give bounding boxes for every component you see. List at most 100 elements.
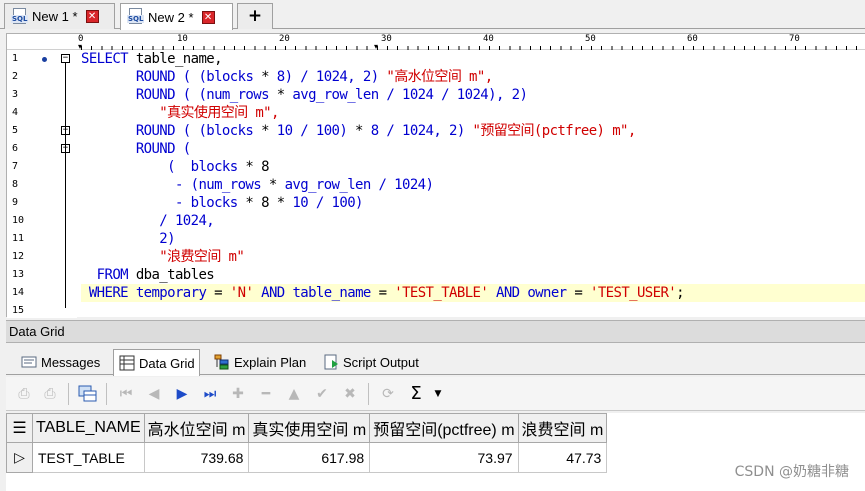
code-token: * 8: [237, 159, 269, 175]
post-edit-icon[interactable]: ✔: [312, 384, 332, 404]
tab-script-output[interactable]: Script Output: [318, 349, 423, 375]
code-token: *: [268, 87, 293, 103]
insert-record-icon[interactable]: ✚: [228, 384, 248, 404]
line-number: 7: [12, 161, 19, 172]
last-record-icon[interactable]: ⏭: [200, 384, 220, 404]
cell-table-name[interactable]: TEST_TABLE: [32, 442, 145, 473]
column-header[interactable]: 浪费空间 m: [517, 413, 608, 443]
code-line[interactable]: / 1024,: [81, 212, 214, 230]
code-token: =: [566, 285, 590, 301]
code-line[interactable]: ROUND (: [81, 140, 191, 158]
sql-file-icon: SQL: [127, 8, 145, 26]
grid-menu-icon[interactable]: ☰: [6, 413, 33, 443]
column-header[interactable]: 高水位空间 m: [143, 413, 250, 443]
result-tab-bar: Messages Data Grid Explain Plan Script O…: [6, 345, 865, 376]
first-record-icon[interactable]: ⏮: [116, 384, 136, 404]
code-token: table_name,: [135, 51, 223, 67]
code-line[interactable]: SELECT table_name,: [81, 50, 223, 68]
line-gutter: 123456789101112131415−−−: [7, 50, 77, 318]
code-token: *: [261, 177, 285, 193]
tab-data-grid[interactable]: Data Grid: [113, 349, 200, 376]
refresh-icon[interactable]: ⟳: [378, 384, 398, 404]
code-token: AND: [253, 285, 293, 301]
code-token: * 8 *: [237, 195, 293, 211]
code-token: ( blocks: [167, 159, 238, 175]
code-token: owner: [527, 285, 567, 301]
close-tab-icon[interactable]: ✕: [85, 10, 99, 23]
line-number: 8: [12, 179, 19, 190]
code-token: 8 / 1024, 2): [370, 123, 473, 139]
doc-tab-new2[interactable]: SQL New 2 * ✕: [120, 3, 233, 30]
grid-options-icon[interactable]: [78, 384, 98, 404]
tab-label: Script Output: [343, 354, 419, 370]
code-token: 10 / 100): [292, 195, 363, 211]
code-token: "真实使用空间 m",: [159, 105, 279, 121]
code-line[interactable]: WHERE temporary = 'N' AND table_name = '…: [81, 284, 865, 302]
code-line[interactable]: - (num_rows * avg_row_len / 1024): [81, 176, 434, 194]
line-number: 15: [12, 305, 25, 316]
delete-record-icon[interactable]: ━: [256, 384, 276, 404]
doc-tab-new1[interactable]: SQL New 1 * ✕: [4, 3, 115, 29]
code-line[interactable]: ROUND ( (num_rows * avg_row_len / 1024 /…: [81, 86, 528, 104]
code-token: SELECT: [81, 51, 136, 67]
code-line[interactable]: "真实使用空间 m",: [81, 104, 279, 122]
column-header[interactable]: 预留空间(pctfree) m: [369, 413, 519, 443]
table-row[interactable]: ▷ TEST_TABLE 739.68 617.98 73.97 47.73: [6, 442, 608, 473]
data-grid-panel-header: Data Grid: [6, 320, 865, 343]
tab-messages[interactable]: Messages: [16, 349, 104, 375]
current-row-indicator-icon[interactable]: ▷: [6, 442, 33, 473]
cell-reserved-space[interactable]: 73.97: [369, 442, 519, 473]
close-tab-icon[interactable]: ✕: [201, 10, 215, 24]
code-token: ROUND ( (blocks: [135, 123, 254, 139]
print-icon[interactable]: ⎙: [40, 384, 60, 404]
code-token: blocks: [206, 69, 254, 85]
code-token: / 1024,: [159, 213, 215, 229]
edit-record-icon[interactable]: ▲: [284, 384, 304, 404]
next-record-icon[interactable]: ▶: [172, 384, 192, 404]
result-table: ☰ TABLE_NAME 高水位空间 m 真实使用空间 m 预留空间(pctfr…: [6, 413, 608, 473]
dropdown-arrow-icon[interactable]: ▼: [428, 384, 448, 404]
add-tab-button[interactable]: +: [237, 3, 273, 29]
code-line[interactable]: ROUND ( (blocks * 8) / 1024, 2) "高水位空间 m…: [81, 68, 493, 86]
tab-explain-plan[interactable]: Explain Plan: [209, 349, 310, 375]
cell-actual-used-space[interactable]: 617.98: [248, 442, 371, 473]
code-line[interactable]: FROM dba_tables: [81, 266, 215, 284]
cancel-edit-icon[interactable]: ✖: [340, 384, 360, 404]
code-token: ROUND: [135, 69, 176, 85]
code-token: ;: [676, 285, 684, 301]
current-statement-marker-icon: [42, 57, 47, 62]
sql-editor[interactable]: 0 10 20 30 40 50 60 70 ▾ ▾ 1 2 3 4 5 6 7 8 9 10 11…: [6, 33, 865, 318]
document-tab-bar: SQL New 1 * ✕ SQL New 2 * ✕ +: [0, 0, 865, 30]
code-token: *: [253, 69, 277, 85]
cell-high-water-space[interactable]: 739.68: [143, 442, 250, 473]
grid-icon: [119, 355, 135, 371]
export-icon[interactable]: ⎙: [14, 384, 34, 404]
code-line[interactable]: ( blocks * 8: [81, 158, 269, 176]
line-number: 3: [12, 89, 19, 100]
line-number: 4: [12, 107, 19, 118]
code-line[interactable]: 2): [81, 230, 175, 248]
code-line[interactable]: - blocks * 8 * 10 / 100): [81, 194, 364, 212]
cell-wasted-space[interactable]: 47.73: [517, 442, 608, 473]
fold-toggle-icon[interactable]: −: [61, 54, 70, 63]
code-token: avg_row_len / 1024): [284, 177, 434, 193]
sum-icon[interactable]: Σ: [406, 384, 426, 404]
prior-record-icon[interactable]: ◀: [144, 384, 164, 404]
code-line[interactable]: ROUND ( (blocks * 10 / 100) * 8 / 1024, …: [81, 122, 636, 140]
ruler-number: 30: [381, 34, 392, 44]
code-token: =: [370, 285, 395, 301]
code-area[interactable]: SELECT table_name, ROUND ( (blocks * 8) …: [81, 50, 865, 318]
line-number: 5: [12, 125, 19, 136]
line-number: 1: [12, 53, 19, 64]
line-number: 14: [12, 287, 25, 298]
code-line[interactable]: "浪费空间 m": [81, 248, 245, 266]
code-token: 2): [159, 231, 175, 247]
column-header[interactable]: 真实使用空间 m: [248, 413, 371, 443]
column-header[interactable]: TABLE_NAME: [32, 413, 145, 443]
